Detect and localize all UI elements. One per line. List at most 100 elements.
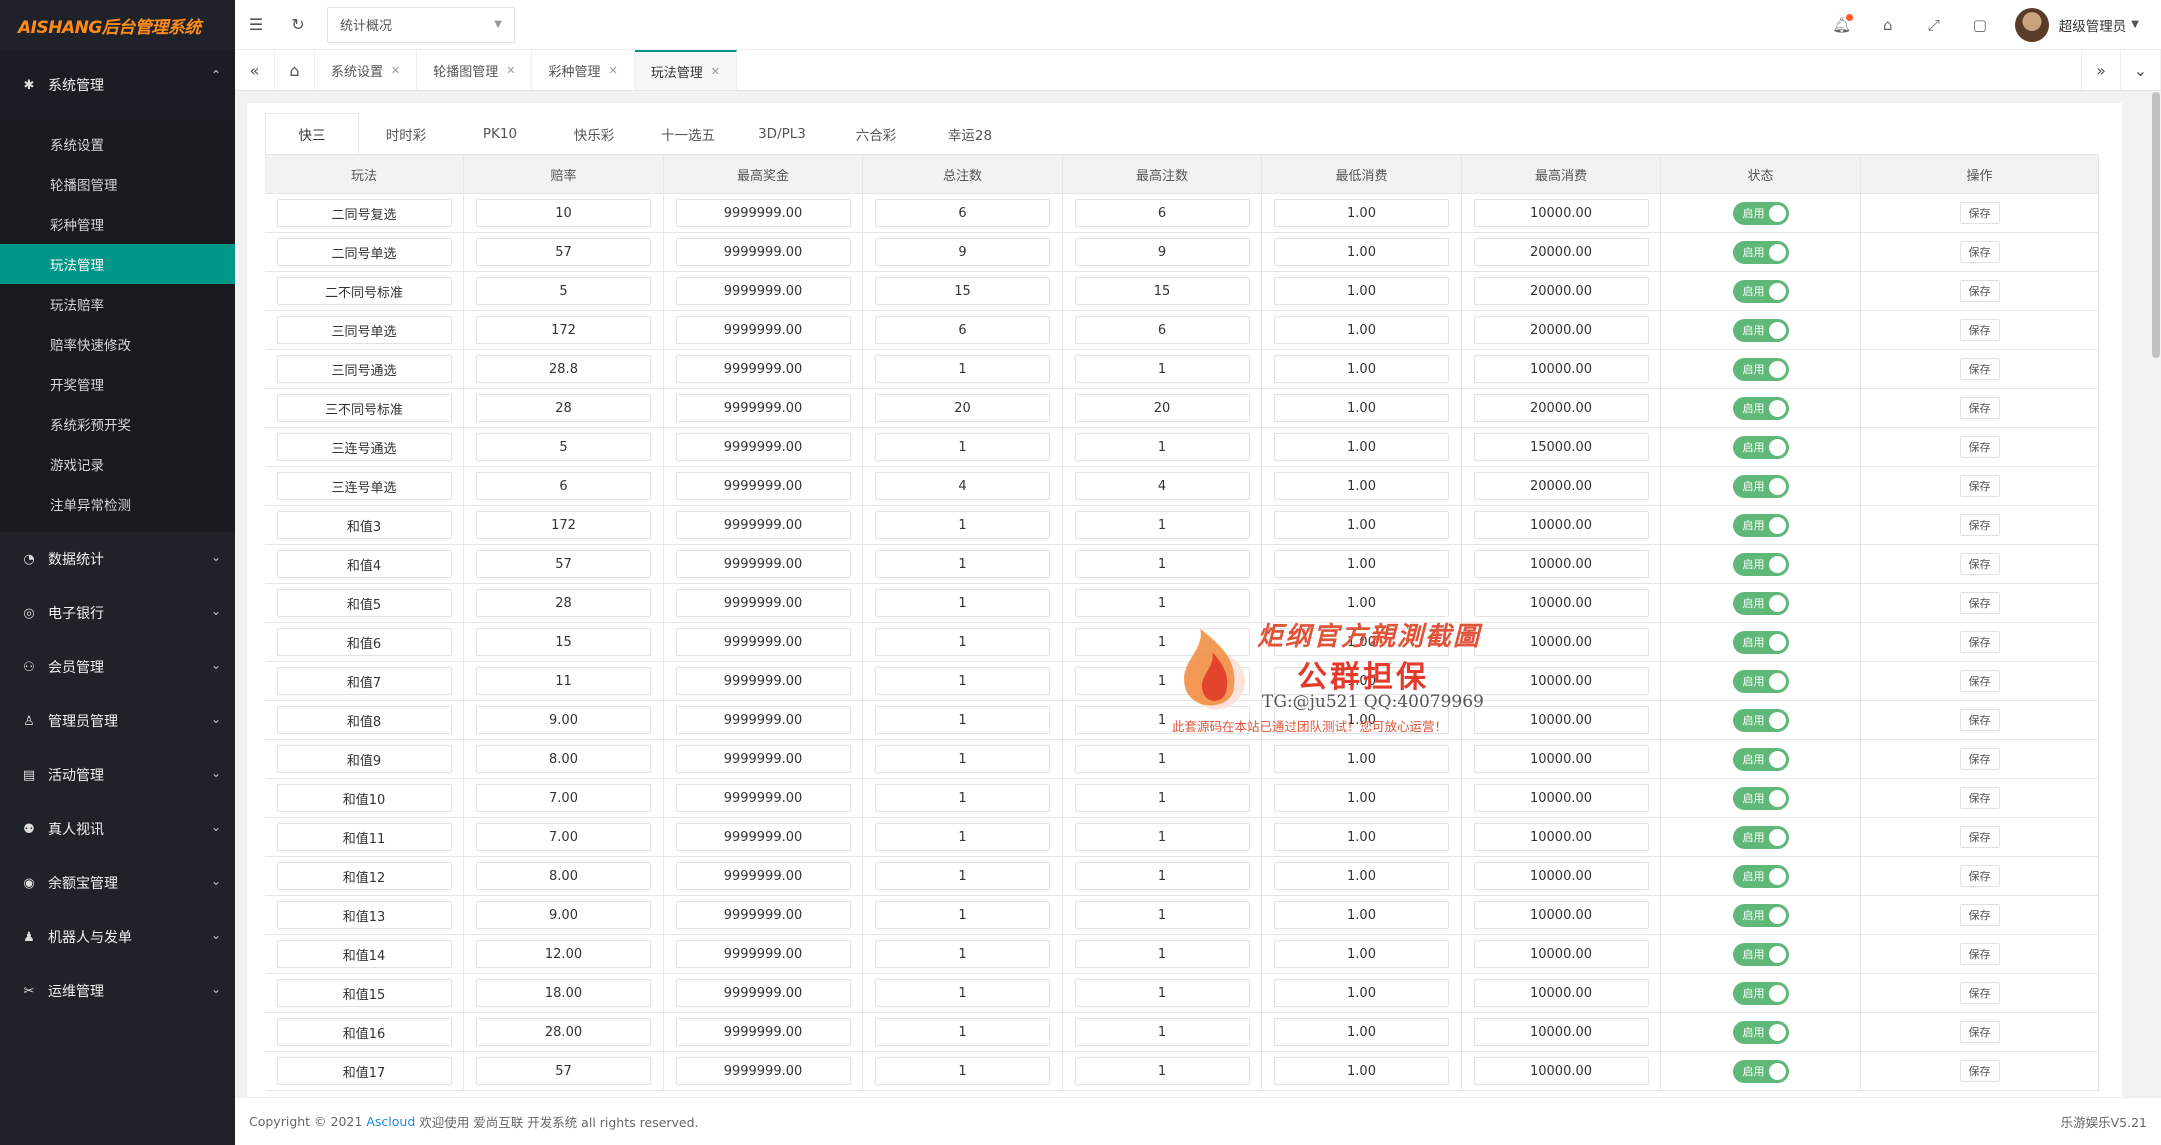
max-bets-input[interactable]: 1 xyxy=(1074,745,1250,773)
total-bets-input[interactable]: 1 xyxy=(875,823,1050,851)
max-prize-input[interactable]: 9999999.00 xyxy=(675,277,851,305)
home-icon[interactable]: ⌂ xyxy=(275,50,315,90)
max-spend-input[interactable]: 15000.00 xyxy=(1473,433,1649,461)
odds-input[interactable]: 57 xyxy=(476,1057,651,1085)
min-spend-input[interactable]: 1.00 xyxy=(1274,238,1449,266)
quick-nav-select[interactable]: 统计概况 ▼ xyxy=(327,6,515,43)
max-prize-input[interactable]: 9999999.00 xyxy=(675,784,851,812)
save-button[interactable]: 保存 xyxy=(1959,670,2000,692)
status-toggle[interactable]: 启用 xyxy=(1732,396,1789,420)
save-button[interactable]: 保存 xyxy=(1959,904,2000,926)
sidebar-group-8[interactable]: ♟ 机器人与发单 ⌄ xyxy=(0,910,235,964)
max-spend-input[interactable]: 10000.00 xyxy=(1473,784,1649,812)
status-toggle[interactable]: 启用 xyxy=(1732,591,1789,615)
odds-input[interactable]: 57 xyxy=(476,238,651,266)
tabs-scroll-left-icon[interactable]: « xyxy=(235,50,275,90)
save-button[interactable]: 保存 xyxy=(1959,1060,2000,1082)
save-button[interactable]: 保存 xyxy=(1959,241,2000,263)
sidebar-group-9[interactable]: ✂ 运维管理 ⌄ xyxy=(0,964,235,1018)
status-toggle[interactable]: 启用 xyxy=(1732,357,1789,381)
status-toggle[interactable]: 启用 xyxy=(1732,786,1789,810)
total-bets-input[interactable]: 1 xyxy=(875,745,1050,773)
play-name-input[interactable]: 和值8 xyxy=(276,706,452,734)
min-spend-input[interactable]: 1.00 xyxy=(1274,940,1449,968)
max-prize-input[interactable]: 9999999.00 xyxy=(675,511,851,539)
total-bets-input[interactable]: 15 xyxy=(875,277,1050,305)
lottery-tab-0[interactable]: 快三 xyxy=(265,113,359,154)
min-spend-input[interactable]: 1.00 xyxy=(1274,511,1449,539)
total-bets-input[interactable]: 20 xyxy=(875,394,1050,422)
save-button[interactable]: 保存 xyxy=(1959,397,2000,419)
save-button[interactable]: 保存 xyxy=(1959,1021,2000,1043)
total-bets-input[interactable]: 1 xyxy=(875,1018,1050,1046)
total-bets-input[interactable]: 1 xyxy=(875,589,1050,617)
avatar[interactable] xyxy=(2014,7,2049,42)
close-icon[interactable]: ✕ xyxy=(608,64,617,77)
max-bets-input[interactable]: 20 xyxy=(1074,394,1250,422)
status-toggle[interactable]: 启用 xyxy=(1732,747,1789,771)
play-name-input[interactable]: 和值5 xyxy=(276,589,452,617)
max-bets-input[interactable]: 1 xyxy=(1074,823,1250,851)
sidebar-item-7[interactable]: 系统彩预开奖 xyxy=(0,404,235,444)
max-spend-input[interactable]: 20000.00 xyxy=(1473,238,1649,266)
max-prize-input[interactable]: 9999999.00 xyxy=(675,1018,851,1046)
sidebar-item-6[interactable]: 开奖管理 xyxy=(0,364,235,404)
username[interactable]: 超级管理员 xyxy=(2059,15,2127,35)
lottery-tab-5[interactable]: 3D/PL3 xyxy=(735,113,829,154)
play-name-input[interactable]: 三连号单选 xyxy=(276,472,452,500)
odds-input[interactable]: 172 xyxy=(476,511,651,539)
sidebar-item-2[interactable]: 彩种管理 xyxy=(0,204,235,244)
max-spend-input[interactable]: 10000.00 xyxy=(1473,550,1649,578)
sidebar-group-1[interactable]: ◔ 数据统计 ⌄ xyxy=(0,532,235,586)
total-bets-input[interactable]: 4 xyxy=(875,472,1050,500)
play-name-input[interactable]: 和值4 xyxy=(276,550,452,578)
sidebar-group-7[interactable]: ◉ 余额宝管理 ⌄ xyxy=(0,856,235,910)
page-tab-3[interactable]: 玩法管理 ✕ xyxy=(634,50,737,90)
max-prize-input[interactable]: 9999999.00 xyxy=(675,901,851,929)
sidebar-group-3[interactable]: ⚇ 会员管理 ⌄ xyxy=(0,640,235,694)
play-name-input[interactable]: 三同号通选 xyxy=(276,355,452,383)
odds-input[interactable]: 28.00 xyxy=(476,1018,651,1046)
min-spend-input[interactable]: 1.00 xyxy=(1274,277,1449,305)
save-button[interactable]: 保存 xyxy=(1959,865,2000,887)
lottery-tab-3[interactable]: 快乐彩 xyxy=(547,113,641,154)
status-toggle[interactable]: 启用 xyxy=(1732,435,1789,459)
max-bets-input[interactable]: 1 xyxy=(1074,979,1250,1007)
max-prize-input[interactable]: 9999999.00 xyxy=(675,238,851,266)
odds-input[interactable]: 57 xyxy=(476,550,651,578)
total-bets-input[interactable]: 6 xyxy=(875,316,1050,344)
save-button[interactable]: 保存 xyxy=(1959,319,2000,341)
page-tab-2[interactable]: 彩种管理 ✕ xyxy=(532,50,635,90)
max-bets-input[interactable]: 1 xyxy=(1074,589,1250,617)
max-prize-input[interactable]: 9999999.00 xyxy=(675,706,851,734)
chevron-down-icon[interactable]: ▼ xyxy=(2131,19,2139,30)
total-bets-input[interactable]: 1 xyxy=(875,667,1050,695)
save-button[interactable]: 保存 xyxy=(1959,826,2000,848)
odds-input[interactable]: 8.00 xyxy=(476,745,651,773)
odds-input[interactable]: 18.00 xyxy=(476,979,651,1007)
min-spend-input[interactable]: 1.00 xyxy=(1274,901,1449,929)
status-toggle[interactable]: 启用 xyxy=(1732,513,1789,537)
max-spend-input[interactable]: 10000.00 xyxy=(1473,979,1649,1007)
close-icon[interactable]: ✕ xyxy=(711,65,720,78)
max-spend-input[interactable]: 10000.00 xyxy=(1473,1018,1649,1046)
max-prize-input[interactable]: 9999999.00 xyxy=(675,979,851,1007)
lottery-tab-7[interactable]: 幸运28 xyxy=(923,113,1017,154)
status-toggle[interactable]: 启用 xyxy=(1732,1059,1789,1083)
min-spend-input[interactable]: 1.00 xyxy=(1274,550,1449,578)
max-prize-input[interactable]: 9999999.00 xyxy=(675,862,851,890)
play-name-input[interactable]: 和值6 xyxy=(276,628,452,656)
play-name-input[interactable]: 三连号通选 xyxy=(276,433,452,461)
play-name-input[interactable]: 和值3 xyxy=(276,511,452,539)
lottery-tab-6[interactable]: 六合彩 xyxy=(829,113,923,154)
max-spend-input[interactable]: 20000.00 xyxy=(1473,316,1649,344)
close-icon[interactable]: ✕ xyxy=(506,64,515,77)
max-spend-input[interactable]: 10000.00 xyxy=(1473,355,1649,383)
max-spend-input[interactable]: 10000.00 xyxy=(1473,901,1649,929)
min-spend-input[interactable]: 1.00 xyxy=(1274,628,1449,656)
max-bets-input[interactable]: 1 xyxy=(1074,706,1250,734)
max-spend-input[interactable]: 20000.00 xyxy=(1473,277,1649,305)
max-prize-input[interactable]: 9999999.00 xyxy=(675,745,851,773)
save-button[interactable]: 保存 xyxy=(1959,787,2000,809)
max-spend-input[interactable]: 10000.00 xyxy=(1473,862,1649,890)
